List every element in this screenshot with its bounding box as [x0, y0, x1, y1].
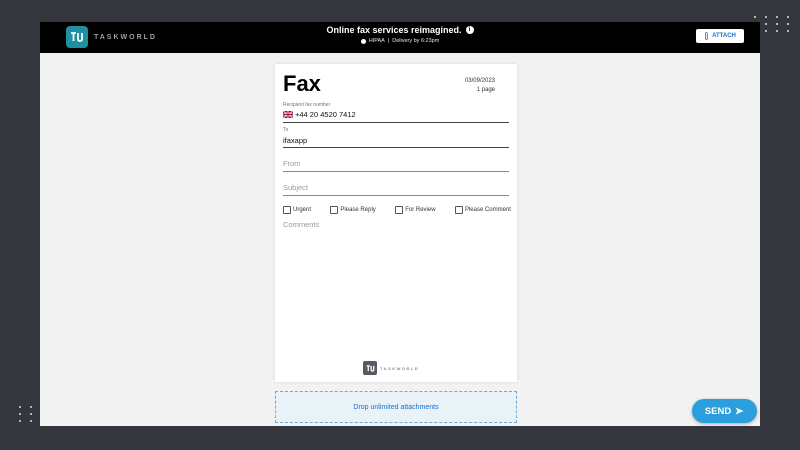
- to-label: To: [283, 127, 289, 133]
- fax-app-window: TASKWORLD Online fax services reimagined…: [40, 22, 760, 426]
- fax-date: 03/09/2023: [464, 78, 495, 84]
- service-info: Online fax services reimagined. i HIPAA …: [270, 25, 530, 44]
- checkbox-please-comment[interactable]: Please Comment: [454, 206, 511, 214]
- to-value: ifaxapp: [283, 136, 308, 145]
- checkbox-please-reply[interactable]: Please Reply: [330, 206, 376, 214]
- to-underline: [283, 147, 509, 148]
- checkbox-icon: [395, 206, 404, 214]
- send-button[interactable]: SEND: [692, 399, 757, 423]
- recipient-fax-field[interactable]: +44 20 4520 7412: [283, 110, 356, 119]
- attach-label: ATTACH: [712, 33, 736, 39]
- cover-sheet-footer-logo: TASKWORLD: [363, 361, 419, 375]
- subject-field[interactable]: Subject: [283, 183, 308, 192]
- checkbox-label: Please Comment: [464, 207, 511, 213]
- recipient-number: +44 20 4520 7412: [295, 110, 356, 119]
- fax-cover-sheet: Fax 03/09/2023 1 page Recipient fax numb…: [275, 64, 517, 382]
- brand-name: TASKWORLD: [94, 33, 157, 41]
- send-label: SEND: [704, 405, 732, 417]
- fax-title: Fax: [283, 71, 321, 96]
- fax-meta: 03/09/2023 1 page: [465, 77, 495, 95]
- delivery-time: Delivery by 6:23pm: [392, 38, 440, 44]
- paperclip-icon: [705, 32, 709, 40]
- compliance-label: HIPAA: [368, 38, 385, 44]
- from-field[interactable]: From: [283, 159, 301, 168]
- taskworld-logo-icon: [363, 361, 377, 375]
- checkbox-for-review[interactable]: For Review: [395, 206, 436, 214]
- page-count: 1 page: [476, 87, 495, 93]
- uk-flag-icon: [283, 111, 293, 118]
- footer-brand-name: TASKWORLD: [380, 365, 420, 371]
- top-bar: TASKWORLD Online fax services reimagined…: [40, 22, 760, 53]
- send-arrow-icon: [735, 407, 744, 415]
- checkbox-label: For Review: [405, 207, 436, 213]
- from-underline: [283, 171, 509, 172]
- subject-underline: [283, 195, 509, 196]
- recipient-label: Recipient fax number: [283, 102, 331, 108]
- attach-button[interactable]: ATTACH: [696, 29, 744, 43]
- checkbox-label: Please Reply: [340, 207, 376, 213]
- separator: |: [387, 38, 390, 44]
- priority-checkboxes: Urgent Please Reply For Review Please Co…: [283, 206, 511, 214]
- checkbox-urgent[interactable]: Urgent: [283, 206, 311, 214]
- shield-icon: [360, 38, 366, 44]
- brand-logo[interactable]: TASKWORLD: [66, 26, 157, 48]
- checkbox-icon: [454, 206, 463, 214]
- dropzone-label: Drop unlimited attachments: [353, 403, 439, 411]
- info-icon[interactable]: i: [465, 26, 474, 34]
- to-field[interactable]: ifaxapp: [283, 136, 307, 145]
- headline-text: Online fax services reimagined.: [326, 25, 462, 35]
- attachment-dropzone[interactable]: Drop unlimited attachments: [275, 391, 517, 423]
- checkbox-icon: [283, 206, 291, 214]
- taskworld-logo-icon: [66, 26, 88, 48]
- recipient-underline: [283, 122, 509, 123]
- checkbox-label: Urgent: [293, 207, 312, 213]
- checkbox-icon: [330, 206, 339, 214]
- comments-field[interactable]: Comments: [283, 220, 319, 229]
